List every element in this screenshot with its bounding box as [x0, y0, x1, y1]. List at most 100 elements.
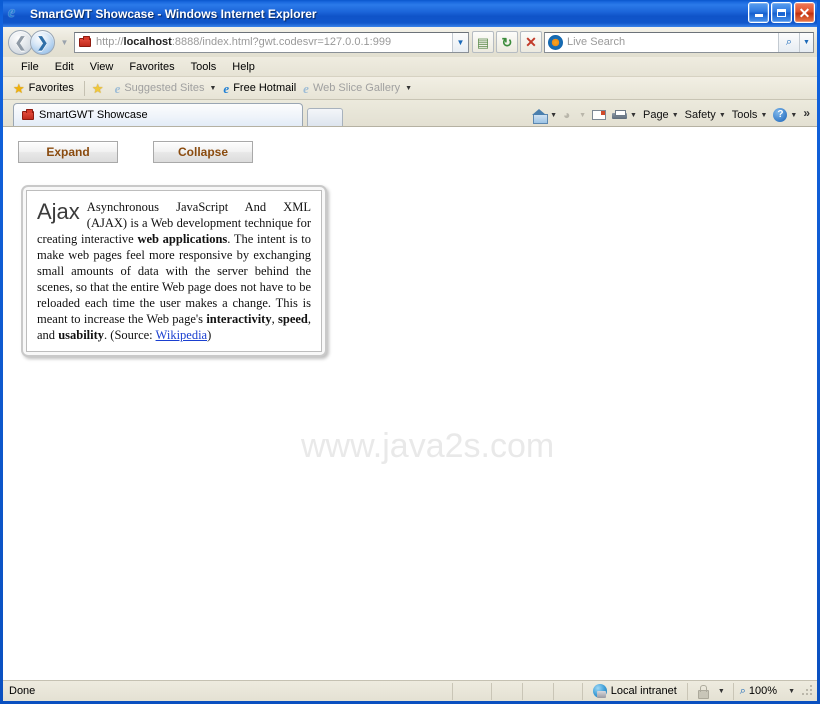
title-bar: e SmartGWT Showcase - Windows Internet E… [3, 0, 817, 27]
menu-view[interactable]: View [82, 60, 122, 74]
menu-file[interactable]: File [13, 60, 47, 74]
printer-icon [612, 110, 627, 121]
forward-button[interactable]: ❯ [30, 30, 55, 55]
address-bar[interactable]: http://localhost:8888/index.html?gwt.cod… [74, 32, 469, 53]
ie-logo-icon: e [115, 82, 121, 95]
compatibility-view-button[interactable]: ▤ [472, 31, 494, 53]
watermark: www.java2s.com [301, 427, 554, 466]
chevron-down-icon[interactable]: ▼ [579, 112, 586, 119]
close-icon: ✕ [799, 7, 811, 19]
command-bar: ▼ ◕ ▼ ▼ Page ▼ Safety [529, 106, 813, 124]
divider [491, 683, 492, 700]
security-zone[interactable]: Local intranet [583, 684, 687, 698]
resize-grip[interactable] [801, 684, 815, 698]
divider [522, 683, 523, 700]
chevron-down-icon[interactable]: ▼ [550, 112, 557, 119]
ie-logo-icon: e [303, 82, 309, 95]
control-button-row: Expand Collapse [18, 141, 253, 163]
close-button[interactable]: ✕ [794, 2, 815, 23]
favorites-bar: ★ Favorites ★ e Suggested Sites ▼ e Free… [3, 76, 817, 100]
favorites-button[interactable]: ★ Favorites [11, 81, 79, 96]
compatibility-view-icon: ▤ [477, 36, 489, 49]
wikipedia-link[interactable]: Wikipedia [156, 328, 208, 342]
home-button[interactable]: ▼ [529, 108, 560, 123]
window-controls: ✕ [748, 2, 815, 23]
chevron-down-icon[interactable]: ▼ [788, 688, 795, 695]
menu-tools[interactable]: Tools [183, 60, 225, 74]
new-tab-button[interactable] [307, 108, 343, 126]
bing-logo-icon [548, 35, 563, 50]
chevron-down-icon: ▼ [790, 112, 797, 119]
tab-bar: SmartGWT Showcase ▼ ◕ ▼ ▼ [3, 100, 817, 126]
menu-edit[interactable]: Edit [47, 60, 82, 74]
maximize-button[interactable] [771, 2, 792, 23]
safety-menu-button[interactable]: Safety ▼ [682, 108, 729, 122]
navigation-bar: ❮ ❯ ▼ http://localhost:8888/index.html?g… [3, 27, 817, 57]
collapse-button[interactable]: Collapse [153, 141, 253, 163]
search-box[interactable]: Live Search ⌕ ▼ [544, 32, 814, 53]
protected-mode-indicator[interactable]: ▼ [688, 685, 733, 698]
stop-icon: ✕ [525, 36, 537, 49]
briefcase-icon [77, 38, 93, 47]
refresh-button[interactable]: ↻ [496, 31, 518, 53]
chevron-down-icon[interactable]: ▼ [718, 688, 725, 695]
add-to-favorites-bar-button[interactable]: ★ [90, 81, 113, 96]
favorites-label: Favorites [29, 82, 74, 94]
zoom-control[interactable]: ⌕ 100% ▼ [734, 685, 801, 698]
safety-menu-label: Safety [685, 109, 716, 121]
back-arrow-icon: ❮ [15, 35, 27, 49]
favorites-item-free-hotmail[interactable]: e Free Hotmail [221, 81, 301, 96]
tab-smartgwt-showcase[interactable]: SmartGWT Showcase [13, 103, 303, 126]
menu-help[interactable]: Help [224, 60, 263, 74]
help-menu-button[interactable]: ? ▼ [770, 107, 800, 123]
security-zone-label: Local intranet [611, 685, 677, 697]
feeds-button[interactable]: ◕ ▼ [560, 108, 589, 123]
minimize-button[interactable] [748, 2, 769, 23]
ajax-text-6: ) [207, 328, 211, 342]
star-add-icon: ★ [92, 82, 104, 95]
ajax-info-panel: AjaxAsynchronous JavaScript And XML (AJA… [21, 185, 327, 357]
star-icon: ★ [13, 82, 25, 95]
tools-menu-label: Tools [732, 109, 758, 121]
recent-pages-dropdown[interactable]: ▼ [58, 38, 71, 47]
ie-logo-icon: e [8, 5, 26, 23]
refresh-icon: ↻ [502, 36, 513, 49]
tools-menu-button[interactable]: Tools ▼ [729, 108, 771, 122]
chevron-down-icon: ▼ [405, 85, 412, 92]
expand-button[interactable]: Expand [18, 141, 118, 163]
chevron-down-icon[interactable]: ▼ [630, 112, 637, 119]
help-icon: ? [773, 108, 787, 122]
status-bar: Done Local intranet ▼ ⌕ 100% [3, 680, 817, 701]
favorites-item-suggested-sites[interactable]: e Suggested Sites ▼ [113, 81, 222, 96]
home-icon [532, 109, 547, 122]
tab-label: SmartGWT Showcase [39, 109, 148, 121]
menu-favorites[interactable]: Favorites [121, 60, 182, 74]
page-menu-button[interactable]: Page ▼ [640, 108, 682, 122]
search-go-button[interactable]: ⌕ [778, 33, 799, 52]
ajax-heading: Ajax [37, 201, 80, 223]
chevron-down-icon: ▼ [719, 112, 726, 119]
favorites-item-label: Free Hotmail [233, 82, 296, 94]
stop-button[interactable]: ✕ [520, 31, 542, 53]
search-input[interactable]: Live Search [563, 36, 778, 48]
address-text: http://localhost:8888/index.html?gwt.cod… [93, 36, 452, 48]
read-mail-button[interactable] [589, 109, 609, 121]
browser-client-area: ❮ ❯ ▼ http://localhost:8888/index.html?g… [3, 27, 817, 701]
mail-icon [592, 110, 606, 120]
chevron-down-icon: ▼ [760, 112, 767, 119]
divider [84, 81, 85, 96]
zoom-level-label: 100% [749, 685, 777, 697]
print-button[interactable]: ▼ [609, 109, 640, 122]
maximize-icon [777, 9, 786, 17]
address-dropdown-icon[interactable]: ▼ [452, 33, 468, 52]
forward-arrow-icon: ❯ [37, 35, 49, 49]
browser-window: e SmartGWT Showcase - Windows Internet E… [0, 0, 820, 704]
ajax-text-5: . (Source: [104, 328, 156, 342]
search-provider-dropdown[interactable]: ▼ [799, 33, 813, 52]
ajax-panel-inner: AjaxAsynchronous JavaScript And XML (AJA… [26, 190, 322, 352]
menu-bar: File Edit View Favorites Tools Help [3, 57, 817, 76]
favorites-item-web-slice-gallery[interactable]: e Web Slice Gallery ▼ [301, 81, 417, 96]
divider [553, 683, 554, 700]
ajax-panel-text: AjaxAsynchronous JavaScript And XML (AJA… [37, 199, 311, 343]
command-bar-overflow-button[interactable]: » [800, 106, 813, 124]
